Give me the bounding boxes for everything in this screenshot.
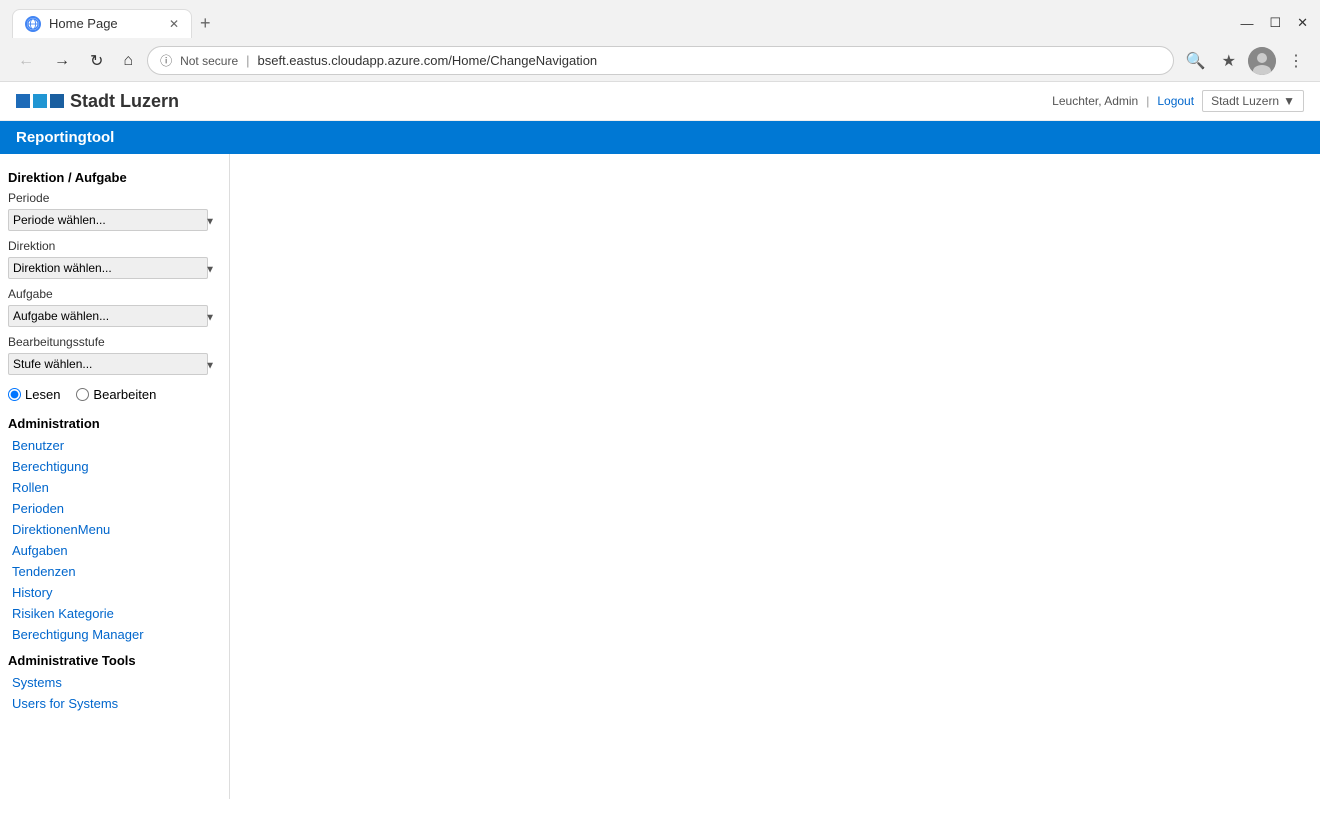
aufgabe-select[interactable]: Aufgabe wählen...: [8, 305, 208, 327]
radio-bearbeiten-text: Bearbeiten: [93, 387, 156, 402]
url-separator: |: [246, 53, 249, 68]
city-label: Stadt Luzern: [1211, 94, 1279, 108]
direktion-select[interactable]: Direktion wählen...: [8, 257, 208, 279]
nav-link-systems[interactable]: Systems: [0, 672, 229, 693]
search-button[interactable]: 🔍: [1182, 47, 1210, 75]
nav-link-perioden[interactable]: Perioden: [0, 498, 229, 519]
logout-link[interactable]: Logout: [1157, 94, 1194, 108]
bearbeitungsstufe-select[interactable]: Stufe wählen...: [8, 353, 208, 375]
address-bar[interactable]: ⓘ Not secure | bseft.eastus.cloudapp.azu…: [147, 46, 1174, 75]
city-dropdown-arrow: ▼: [1283, 94, 1295, 108]
window-controls: — ☐ ✕: [1240, 15, 1308, 31]
tab-close-button[interactable]: ✕: [169, 17, 179, 31]
new-tab-button[interactable]: +: [192, 9, 219, 38]
org-name: Stadt Luzern: [70, 91, 179, 112]
nav-link-berechtigung-manager[interactable]: Berechtigung Manager: [0, 624, 229, 645]
bookmark-button[interactable]: ★: [1218, 47, 1240, 75]
maximize-button[interactable]: ☐: [1269, 15, 1281, 31]
nav-link-users-for-systems[interactable]: Users for Systems: [0, 693, 229, 714]
tab-title: Home Page: [49, 16, 118, 31]
logo-square-3: [50, 94, 64, 108]
radio-bearbeiten-label[interactable]: Bearbeiten: [76, 387, 156, 402]
periode-select[interactable]: Periode wählen...: [8, 209, 208, 231]
forward-button[interactable]: →: [48, 48, 76, 74]
navbar-title: Reportingtool: [16, 129, 114, 146]
menu-button[interactable]: ⋮: [1284, 47, 1308, 75]
lock-icon: ⓘ: [160, 52, 172, 69]
logo-square-2: [33, 94, 47, 108]
url-text: bseft.eastus.cloudapp.azure.com/Home/Cha…: [258, 53, 1161, 68]
nav-link-benutzer[interactable]: Benutzer: [0, 435, 229, 456]
section1-title: Direktion / Aufgabe: [0, 162, 229, 189]
username-label: Leuchter, Admin: [1052, 94, 1138, 108]
browser-tab-active[interactable]: Home Page ✕: [12, 9, 192, 38]
aufgabe-select-wrap: Aufgabe wählen... ▼: [0, 303, 229, 333]
browser-tabs: Home Page ✕ +: [12, 9, 219, 38]
main-layout: Direktion / Aufgabe Periode Periode wähl…: [0, 154, 1320, 799]
admin-tools-title: Administrative Tools: [0, 645, 229, 672]
browser-chrome: Home Page ✕ + — ☐ ✕ ← → ↻ ⌂ ⓘ Not secure…: [0, 0, 1320, 82]
radio-lesen-label[interactable]: Lesen: [8, 387, 60, 402]
browser-toolbar: ← → ↻ ⌂ ⓘ Not secure | bseft.eastus.clou…: [0, 40, 1320, 81]
minimize-button[interactable]: —: [1240, 16, 1253, 31]
radio-lesen[interactable]: [8, 388, 21, 401]
city-dropdown[interactable]: Stadt Luzern ▼: [1202, 90, 1304, 112]
bearbeitungsstufe-select-wrap: Stufe wählen... ▼: [0, 351, 229, 381]
pipe-separator: |: [1146, 94, 1149, 108]
back-button[interactable]: ←: [12, 48, 40, 74]
content-area: [230, 154, 1320, 799]
periode-label: Periode: [0, 189, 229, 207]
bearbeitungsstufe-label: Bearbeitungsstufe: [0, 333, 229, 351]
sidebar: Direktion / Aufgabe Periode Periode wähl…: [0, 154, 230, 799]
periode-select-wrap: Periode wählen... ▼: [0, 207, 229, 237]
direktion-label: Direktion: [0, 237, 229, 255]
nav-link-rollen[interactable]: Rollen: [0, 477, 229, 498]
nav-link-direktionenmenu[interactable]: DirektionenMenu: [0, 519, 229, 540]
nav-link-history[interactable]: History: [0, 582, 229, 603]
direktion-select-wrap: Direktion wählen... ▼: [0, 255, 229, 285]
radio-bearbeiten[interactable]: [76, 388, 89, 401]
close-button[interactable]: ✕: [1297, 15, 1308, 31]
radio-group: Lesen Bearbeiten: [0, 381, 229, 408]
radio-lesen-text: Lesen: [25, 387, 60, 402]
nav-link-berechtigung[interactable]: Berechtigung: [0, 456, 229, 477]
user-info: Leuchter, Admin | Logout Stadt Luzern ▼: [1052, 90, 1304, 112]
nav-link-risiken-kategorie[interactable]: Risiken Kategorie: [0, 603, 229, 624]
globe-icon: [25, 16, 41, 32]
logo-squares: [16, 94, 64, 108]
reload-button[interactable]: ↻: [84, 47, 109, 75]
app-logo: Stadt Luzern: [16, 91, 179, 112]
browser-toolbar-right: 🔍 ★ ⋮: [1182, 47, 1308, 75]
home-button[interactable]: ⌂: [117, 48, 139, 74]
browser-titlebar: Home Page ✕ + — ☐ ✕: [0, 0, 1320, 40]
app-header: Stadt Luzern Leuchter, Admin | Logout St…: [0, 82, 1320, 121]
app-navbar: Reportingtool: [0, 121, 1320, 154]
nav-link-tendenzen[interactable]: Tendenzen: [0, 561, 229, 582]
logo-square-1: [16, 94, 30, 108]
aufgabe-label: Aufgabe: [0, 285, 229, 303]
admin-section-title: Administration: [0, 408, 229, 435]
user-avatar[interactable]: [1248, 47, 1276, 75]
nav-link-aufgaben[interactable]: Aufgaben: [0, 540, 229, 561]
not-secure-label: Not secure: [180, 54, 238, 68]
